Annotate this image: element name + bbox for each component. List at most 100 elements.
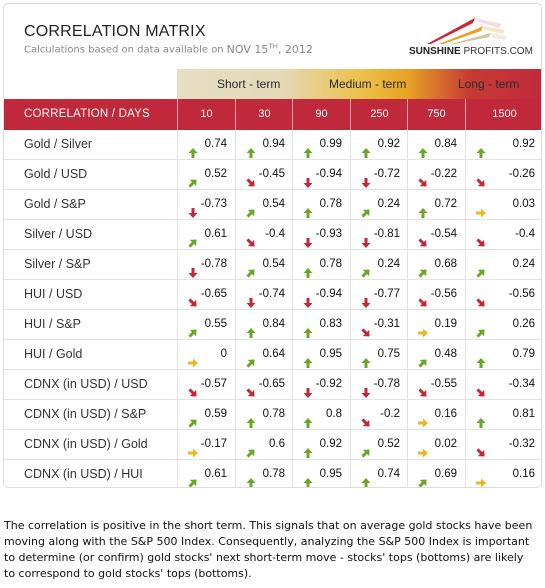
arrow-down-right-icon	[476, 230, 486, 247]
correlation-value: -0.31	[373, 318, 400, 330]
correlation-value: 0.74	[204, 138, 227, 150]
correlation-cell: 0.52	[350, 430, 408, 460]
arrow-down-icon	[303, 170, 313, 188]
correlation-cell: -0.81	[350, 220, 408, 250]
table-row: HUI / Gold 0 0.64 0.95 0.75 0.48 0.79	[4, 340, 541, 370]
correlation-value: 0.16	[434, 408, 457, 420]
correlation-value: 0.92	[512, 138, 535, 150]
correlation-value: -0.22	[430, 168, 457, 180]
correlation-cell: 0.03	[465, 190, 541, 220]
correlation-cell: 0.16	[465, 460, 541, 487]
correlation-cell: -0.57	[177, 370, 235, 400]
table-row: CDNX (in USD) / HUI 0.61 0.78 0.95 0.74 0.69 0…	[4, 460, 541, 487]
table-row: Gold / S&P -0.73 0.54 0.78 0.24 0.72 0.03	[4, 190, 541, 220]
correlation-value: 0.48	[434, 348, 457, 360]
term-short: Short - term	[217, 77, 281, 91]
correlation-value: 0.92	[319, 438, 342, 450]
arrow-down-icon	[188, 200, 198, 218]
table-row: Silver / USD 0.61 -0.4 -0.93 -0.81 -0.54 -0.4	[4, 220, 541, 250]
arrow-up-right-icon	[246, 440, 256, 458]
column-header-250: 250	[350, 99, 408, 130]
correlation-value: 0.68	[434, 258, 457, 270]
arrow-down-right-icon	[418, 380, 428, 397]
arrow-down-right-icon	[418, 170, 428, 187]
correlation-cell: -0.78	[177, 250, 235, 280]
correlation-cell: 0.74	[177, 130, 235, 160]
correlation-cell: -0.56	[465, 280, 541, 310]
arrow-up-icon	[418, 200, 428, 218]
correlation-value: -0.34	[508, 378, 535, 390]
correlation-cell: -0.73	[177, 190, 235, 220]
row-label: Silver / USD	[24, 227, 93, 241]
correlation-value: 0.74	[377, 468, 400, 480]
arrow-up-icon	[303, 350, 313, 368]
correlation-cell: -0.2	[350, 400, 408, 430]
correlation-value: 0.03	[512, 198, 535, 210]
logo-text: SUNSHINE PROFITS.COM	[409, 46, 533, 57]
correlation-cell: -0.4	[465, 220, 541, 250]
correlation-cell: 0.78	[292, 250, 350, 280]
correlation-value: -0.54	[430, 228, 457, 240]
arrow-right-icon	[418, 440, 428, 458]
arrow-up-right-icon	[418, 260, 428, 278]
arrow-down-right-icon	[418, 290, 428, 307]
correlation-cell: 0.95	[292, 340, 350, 370]
arrow-up-icon	[476, 410, 486, 428]
correlation-value: 0.02	[434, 438, 457, 450]
arrow-down-icon	[361, 230, 371, 248]
correlation-value: 0.72	[434, 198, 457, 210]
correlation-value: 0.52	[204, 168, 227, 180]
arrow-down-right-icon	[246, 380, 256, 397]
table-row: Gold / Silver 0.74 0.94 0.99 0.92 0.84 0.92	[4, 130, 541, 160]
correlation-value: -0.72	[373, 168, 400, 180]
correlation-value: 0.94	[262, 138, 285, 150]
correlation-cell: 0.92	[350, 130, 408, 160]
arrow-down-icon	[303, 380, 313, 398]
arrow-down-right-icon	[476, 380, 486, 397]
arrow-up-right-icon	[361, 440, 371, 458]
correlation-cell: 0.79	[465, 340, 541, 370]
correlation-cell: -0.56	[407, 280, 465, 310]
arrow-right-icon	[476, 200, 486, 218]
correlation-cell: 0.95	[292, 460, 350, 487]
correlation-value: 0.95	[319, 468, 342, 480]
arrow-up-right-icon	[246, 350, 256, 368]
arrow-down-right-icon	[361, 410, 371, 427]
correlation-cell: 0.02	[407, 430, 465, 460]
arrow-down-right-icon	[476, 440, 486, 457]
arrow-down-right-icon	[188, 290, 198, 307]
correlation-value: 0.55	[204, 318, 227, 330]
correlation-cell: 0.52	[177, 160, 235, 190]
correlation-value: -0.32	[508, 438, 535, 450]
arrow-down-icon	[246, 290, 256, 308]
arrow-up-icon	[246, 410, 256, 428]
arrow-down-icon	[303, 290, 313, 308]
correlation-cell: 0.78	[292, 190, 350, 220]
correlation-cell: -0.93	[292, 220, 350, 250]
row-header-label: CORRELATION / DAYS	[24, 108, 150, 120]
arrow-up-icon	[246, 140, 256, 158]
correlation-cell: 0.99	[292, 130, 350, 160]
correlation-value: 0.26	[512, 318, 535, 330]
logo-text-bold: SUNSHINE	[409, 46, 461, 57]
arrow-up-icon	[303, 200, 313, 218]
table-row: CDNX (in USD) / USD -0.57 -0.65 -0.92 -0.78 -…	[4, 370, 541, 400]
correlation-cell: 0.24	[350, 250, 408, 280]
correlation-cell: 0.81	[465, 400, 541, 430]
correlation-value: -0.2	[380, 408, 400, 420]
arrow-up-right-icon	[361, 260, 371, 278]
arrow-up-icon	[361, 350, 371, 368]
row-label: HUI / S&P	[24, 317, 81, 331]
correlation-cell: 0.83	[292, 310, 350, 340]
table-row: HUI / USD -0.65 -0.74 -0.94 -0.77 -0.56 -0.56	[4, 280, 541, 310]
correlation-value: 0.61	[204, 468, 227, 480]
arrow-up-icon	[303, 410, 313, 428]
arrow-right-icon	[188, 440, 198, 458]
correlation-value: 0.59	[204, 408, 227, 420]
correlation-cell: 0.61	[177, 460, 235, 487]
table-row: Gold / USD 0.52 -0.45 -0.94 -0.72 -0.22 -0.26	[4, 160, 541, 190]
arrow-down-icon	[188, 260, 198, 278]
arrow-down-right-icon	[188, 380, 198, 397]
logo-swoosh-icon	[427, 18, 507, 44]
row-label: Gold / Silver	[24, 137, 93, 151]
